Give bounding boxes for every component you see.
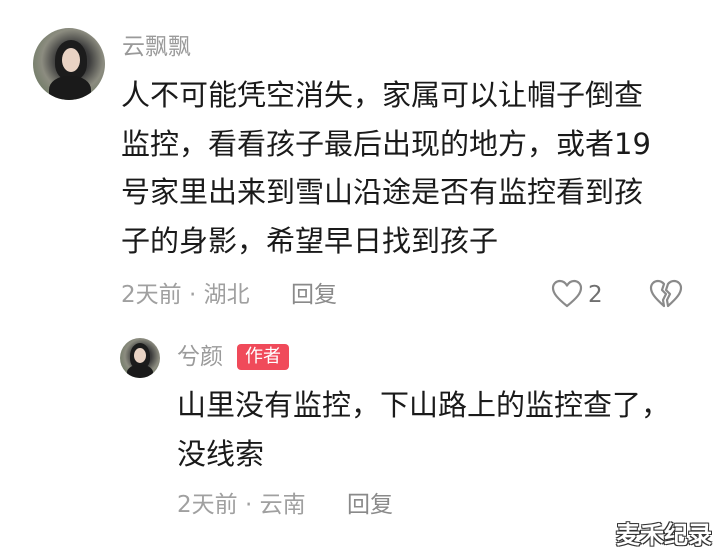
comment-text-line: 子的身影，希望早日找到孩子 — [121, 224, 499, 258]
comment-username[interactable]: 云飘飘 — [122, 33, 191, 61]
broken-heart-icon[interactable] — [649, 279, 683, 309]
reply-text-line: 没线索 — [177, 437, 265, 471]
reply-avatar[interactable] — [120, 338, 160, 378]
reply-text-line: 山里没有监控，下山路上的监控查了， — [177, 388, 671, 422]
watermark: 麦禾纪录 — [616, 521, 712, 549]
comment-text-line: 号家里出来到雪山沿途是否有监控看到孩 — [121, 175, 644, 209]
reply-username[interactable]: 兮颜 — [177, 343, 223, 371]
reply-reply-button[interactable]: 回复 — [347, 491, 393, 519]
reply-meta: 2天前 · 云南 — [177, 492, 306, 518]
author-badge: 作者 — [237, 344, 289, 370]
like-count: 2 — [588, 282, 603, 308]
avatar[interactable] — [33, 28, 105, 100]
reply-button[interactable]: 回复 — [291, 281, 337, 309]
comment-text-line: 人不可能凭空消失，家属可以让帽子倒查 — [121, 78, 644, 112]
comment-meta: 2天前 · 湖北 — [121, 282, 250, 308]
heart-outline-icon[interactable] — [551, 279, 583, 309]
comment-text-line: 监控，看看孩子最后出现的地方，或者19 — [121, 127, 651, 161]
